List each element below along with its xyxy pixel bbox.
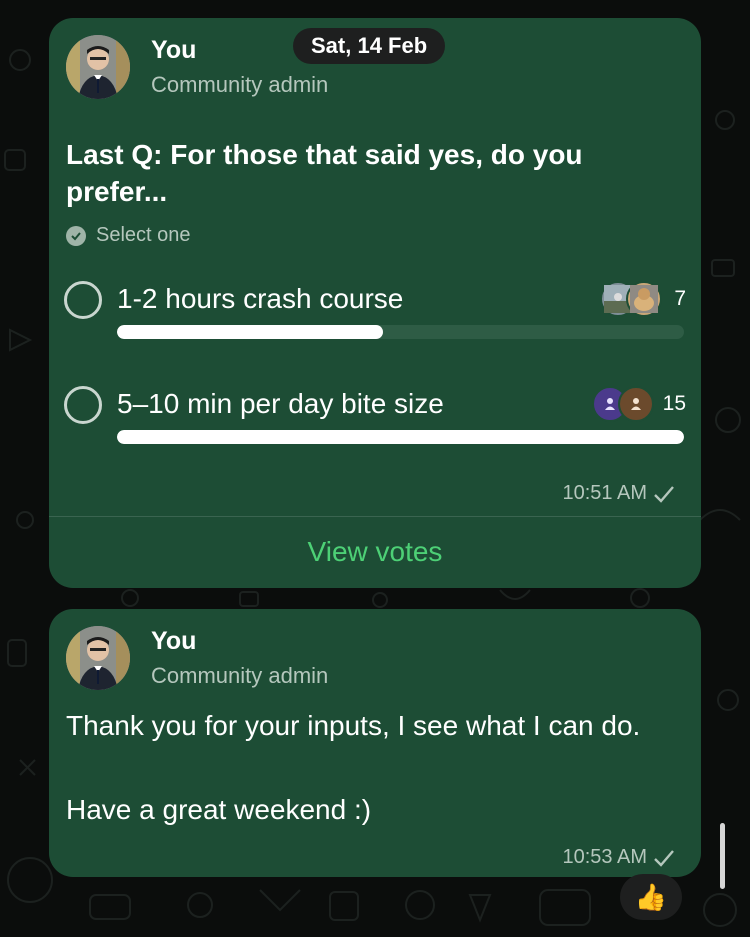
poll-option-bar	[117, 430, 684, 444]
sender-name[interactable]: You	[151, 36, 196, 65]
poll-option-bar	[117, 325, 684, 339]
poll-option-1[interactable]: 1-2 hours crash course 7	[64, 281, 686, 351]
person-icon	[618, 386, 654, 422]
poll-option-votes: 7	[674, 287, 686, 310]
avatar-photo-icon	[66, 35, 130, 99]
check-icon	[654, 485, 674, 503]
voter-photo-icon	[626, 281, 662, 317]
thumbs-up-reaction[interactable]: 👍	[620, 874, 682, 920]
message-time-text: 10:53 AM	[562, 846, 647, 868]
divider	[49, 516, 701, 517]
poll-option-radio[interactable]	[64, 386, 102, 424]
poll-option-bar-fill	[117, 325, 384, 339]
voter-avatars[interactable]	[592, 386, 654, 422]
scrollbar[interactable]	[720, 823, 725, 889]
poll-message-bubble[interactable]: You Community admin Last Q: For those th…	[49, 18, 701, 588]
sender-role: Community admin	[151, 663, 329, 688]
message-time-text: 10:51 AM	[562, 482, 647, 504]
check-circle-icon	[66, 225, 86, 246]
poll-option-votes: 15	[662, 392, 686, 415]
poll-option-label: 1-2 hours crash course	[117, 283, 404, 314]
poll-option-bar-fill	[117, 430, 684, 444]
user-avatar[interactable]	[66, 35, 130, 99]
poll-option-2[interactable]: 5–10 min per day bite size 15	[64, 386, 686, 456]
select-hint: Select one	[96, 224, 191, 246]
poll-option-radio[interactable]	[64, 281, 102, 319]
message-time: 10:53 AM	[562, 846, 675, 869]
text-message-bubble[interactable]: You Community admin Thank you for your i…	[49, 609, 701, 877]
message-text: Thank you for your inputs, I see what I …	[66, 710, 641, 825]
select-hint-row: Select one	[66, 224, 191, 247]
user-avatar[interactable]	[66, 626, 130, 690]
sender-name[interactable]: You	[151, 627, 196, 656]
check-icon	[654, 849, 674, 867]
avatar-photo-icon	[66, 626, 130, 690]
date-separator: Sat, 14 Feb	[293, 28, 446, 64]
view-votes-button[interactable]: View votes	[49, 536, 701, 568]
message-time: 10:51 AM	[562, 482, 675, 505]
sender-role: Community admin	[151, 72, 329, 97]
poll-question: Last Q: For those that said yes, do you …	[66, 139, 583, 207]
voter-avatars[interactable]	[600, 281, 662, 317]
poll-option-label: 5–10 min per day bite size	[117, 388, 444, 419]
